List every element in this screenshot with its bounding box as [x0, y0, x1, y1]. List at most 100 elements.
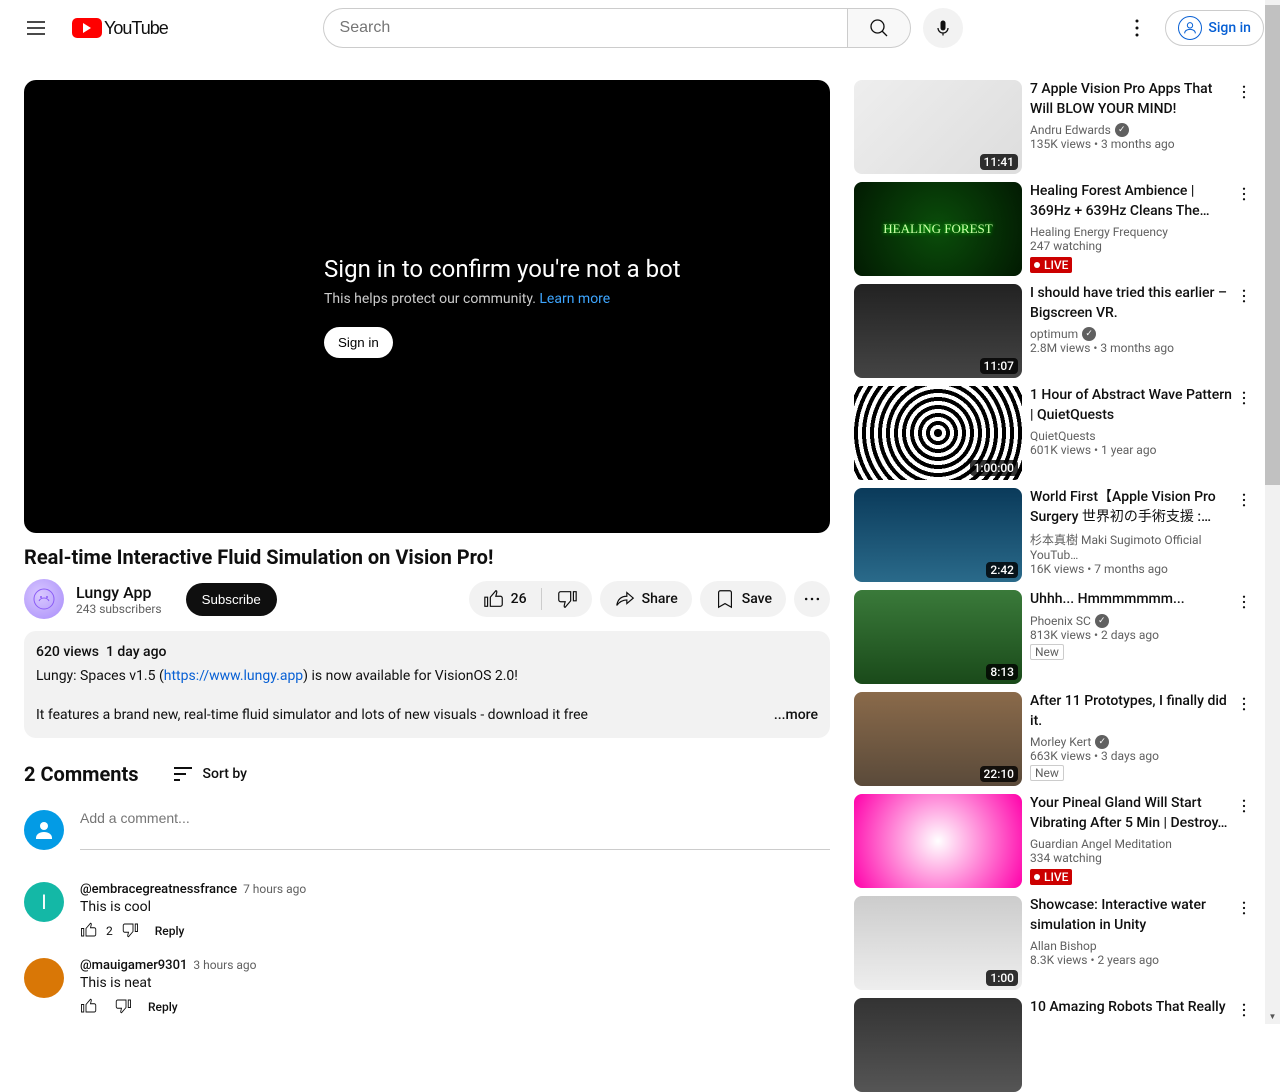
comment-like-button[interactable] [80, 997, 98, 1018]
save-button[interactable]: Save [700, 581, 786, 617]
recommendation-meta: 135K views • 3 months ago [1030, 137, 1236, 151]
add-comment [24, 810, 830, 850]
comment-author[interactable]: @embracegreatnessfrance [80, 882, 237, 897]
player-signin-button[interactable]: Sign in [324, 327, 393, 358]
recommendation-item[interactable]: 11:07 I should have tried this earlier –… [854, 284, 1256, 378]
recommendation-thumbnail[interactable]: 11:41 [854, 80, 1022, 174]
description-more-button[interactable]: ...more [754, 706, 818, 726]
recommendation-thumbnail[interactable]: 1:00 [854, 896, 1022, 990]
comments-count: 2 Comments [24, 762, 139, 786]
recommendation-menu-button[interactable] [1232, 998, 1256, 1022]
scroll-down-arrow[interactable]: ▼ [1265, 1009, 1280, 1024]
new-badge: New [1030, 765, 1064, 781]
youtube-logo[interactable]: YouTube [72, 18, 168, 39]
user-icon [1178, 16, 1202, 40]
comment-author[interactable]: @mauigamer9301 [80, 958, 187, 973]
settings-menu[interactable] [1117, 8, 1157, 48]
signin-button[interactable]: Sign in [1165, 10, 1264, 46]
like-button[interactable]: 26 [469, 581, 541, 617]
recommendation-meta: 813K views • 2 days ago [1030, 628, 1236, 642]
recommendation-title: World First【Apple Vision Pro Surgery 世界初… [1030, 488, 1236, 527]
live-badge: LIVE [1030, 869, 1072, 885]
comment-time: 7 hours ago [243, 882, 306, 896]
sort-button[interactable]: Sort by [171, 762, 248, 786]
recommendation-menu-button[interactable] [1232, 794, 1256, 818]
recommendation-item[interactable]: 1:00 Showcase: Interactive water simulat… [854, 896, 1256, 990]
recommendation-item[interactable]: 8:13 Uhhh... Hmmmmmmm... Phoenix SC ✓ 81… [854, 590, 1256, 684]
recommendation-meta: 334 watching [1030, 851, 1236, 865]
dislike-button[interactable] [542, 581, 592, 617]
video-player[interactable]: Sign in to confirm you're not a bot This… [24, 80, 830, 533]
recommendation-menu-button[interactable] [1232, 488, 1256, 512]
share-button[interactable]: Share [600, 581, 692, 617]
menu-icon [24, 16, 48, 40]
recommendation-menu-button[interactable] [1232, 182, 1256, 206]
channel-avatar[interactable] [24, 579, 64, 619]
recommendation-channel: Morley Kert ✓ [1030, 735, 1236, 749]
comment-input[interactable] [80, 810, 830, 826]
save-pill: Save [700, 581, 786, 617]
recommendation-thumbnail[interactable]: 11:07 [854, 284, 1022, 378]
recommendation-menu-button[interactable] [1232, 692, 1256, 716]
comments-header: 2 Comments Sort by [24, 762, 830, 786]
kebab-icon [1235, 1001, 1253, 1019]
recommendation-thumbnail[interactable]: 2:42 [854, 488, 1022, 582]
subscribe-button[interactable]: Subscribe [186, 583, 277, 616]
recommendation-menu-button[interactable] [1232, 896, 1256, 920]
recommendation-menu-button[interactable] [1232, 590, 1256, 614]
search-box [323, 8, 911, 48]
comment-dislike-button[interactable] [114, 997, 132, 1018]
more-actions-button[interactable] [794, 581, 830, 617]
recommendation-thumbnail[interactable] [854, 998, 1022, 1092]
recommendation-item[interactable]: 10 Amazing Robots That Really [854, 998, 1256, 1092]
share-icon [614, 588, 636, 610]
recommendation-thumbnail[interactable] [854, 794, 1022, 888]
kebab-icon [1235, 491, 1253, 509]
hamburger-menu[interactable] [16, 8, 56, 48]
search-input[interactable] [323, 8, 847, 48]
scrollbar-track[interactable]: ▲ ▼ [1265, 0, 1280, 1024]
recommendation-thumbnail[interactable]: HEALING FOREST [854, 182, 1022, 276]
comment-dislike-button[interactable] [121, 921, 139, 942]
comment-reply-button[interactable]: Reply [155, 924, 185, 938]
recommendation-menu-button[interactable] [1232, 80, 1256, 104]
description-link[interactable]: https://www.lungy.app [164, 668, 303, 684]
recommendation-item[interactable]: 2:42 World First【Apple Vision Pro Surger… [854, 488, 1256, 582]
recommendation-item[interactable]: 22:10 After 11 Prototypes, I finally did… [854, 692, 1256, 786]
subscriber-count: 243 subscribers [76, 602, 162, 616]
my-avatar[interactable] [24, 810, 64, 850]
channel-name[interactable]: Lungy App [76, 583, 162, 602]
comment-avatar[interactable] [24, 958, 64, 998]
scrollbar-thumb[interactable] [1265, 5, 1280, 485]
kebab-icon [1235, 287, 1253, 305]
recommendation-menu-button[interactable] [1232, 284, 1256, 308]
description-box[interactable]: 620 views 1 day ago Lungy: Spaces v1.5 (… [24, 631, 830, 737]
comment-input-wrap [80, 810, 830, 850]
recommendation-title: Healing Forest Ambience | 369Hz + 639Hz … [1030, 182, 1236, 221]
like-count: 26 [511, 591, 527, 607]
comment-avatar[interactable]: I [24, 882, 64, 922]
player-signin-subtext: This helps protect our community. Learn … [324, 291, 830, 307]
comment-reply-button[interactable]: Reply [148, 1000, 178, 1014]
recommendation-title: 10 Amazing Robots That Really [1030, 998, 1236, 1018]
recommendation-thumbnail[interactable]: 1:00:00 [854, 386, 1022, 480]
recommendation-item[interactable]: HEALING FOREST Healing Forest Ambience |… [854, 182, 1256, 276]
thumbs-down-icon [556, 588, 578, 610]
recommendation-item[interactable]: Your Pineal Gland Will Start Vibrating A… [854, 794, 1256, 888]
comment-like-button[interactable] [80, 921, 98, 942]
learn-more-link[interactable]: Learn more [539, 291, 610, 307]
recommendation-item[interactable]: 1:00:00 1 Hour of Abstract Wave Pattern … [854, 386, 1256, 480]
recommendation-meta: 16K views • 7 months ago [1030, 562, 1236, 576]
recommendation-thumbnail[interactable]: 8:13 [854, 590, 1022, 684]
thumbs-up-icon [483, 588, 505, 610]
voice-search-button[interactable] [923, 8, 963, 48]
recommendation-thumbnail[interactable]: 22:10 [854, 692, 1022, 786]
recommendation-item[interactable]: 11:41 7 Apple Vision Pro Apps That Will … [854, 80, 1256, 174]
sort-label: Sort by [203, 766, 248, 782]
recommendation-menu-button[interactable] [1232, 386, 1256, 410]
recommendation-meta: 8.3K views • 2 years ago [1030, 953, 1236, 967]
search-button[interactable] [847, 8, 911, 48]
recommendation-channel: Andru Edwards ✓ [1030, 123, 1236, 137]
search-icon [867, 16, 891, 40]
share-label: Share [642, 591, 678, 607]
